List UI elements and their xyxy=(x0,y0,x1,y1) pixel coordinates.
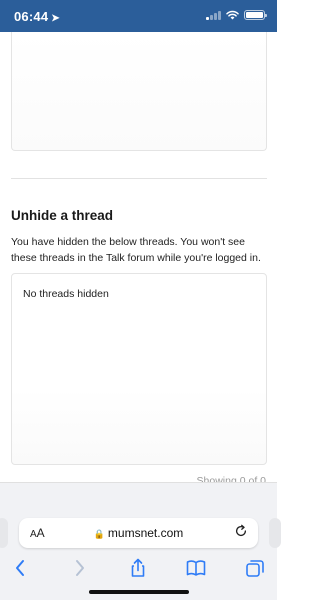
signal-icon xyxy=(206,10,221,20)
status-bar: 06:44 ➤ xyxy=(0,0,277,32)
location-arrow-icon: ➤ xyxy=(51,13,60,24)
empty-state-text: No threads hidden xyxy=(23,288,109,300)
clock: 06:44 ➤ xyxy=(14,9,60,24)
section-description: You have hidden the below threads. You w… xyxy=(11,236,261,264)
settings-card xyxy=(11,32,267,151)
browser-toolbar xyxy=(0,557,277,581)
clock-time: 06:44 xyxy=(14,9,49,24)
next-tab-peek[interactable] xyxy=(269,518,281,548)
forward-icon[interactable] xyxy=(68,557,90,579)
url-text: mumsnet.com xyxy=(107,526,184,540)
address-bar[interactable]: AA 🔒 mumsnet.com xyxy=(19,518,258,548)
browser-bar: AA 🔒 mumsnet.com xyxy=(0,482,281,600)
page-content: Unhide a thread You have hidden the belo… xyxy=(0,32,277,487)
share-icon[interactable] xyxy=(127,557,149,579)
wifi-icon xyxy=(226,10,239,20)
reload-icon[interactable] xyxy=(234,524,248,538)
battery-icon xyxy=(244,10,267,20)
back-icon[interactable] xyxy=(10,557,32,579)
hidden-threads-list: No threads hidden xyxy=(11,273,267,465)
bookmarks-icon[interactable] xyxy=(185,557,207,579)
home-indicator xyxy=(89,590,189,594)
section-divider xyxy=(11,178,267,179)
section-title: Unhide a thread xyxy=(11,208,114,223)
url-display[interactable]: 🔒 mumsnet.com xyxy=(19,526,258,540)
tabs-icon[interactable] xyxy=(244,557,266,579)
lock-icon: 🔒 xyxy=(93,529,105,539)
status-icons xyxy=(206,10,267,20)
previous-tab-peek[interactable] xyxy=(0,518,8,548)
